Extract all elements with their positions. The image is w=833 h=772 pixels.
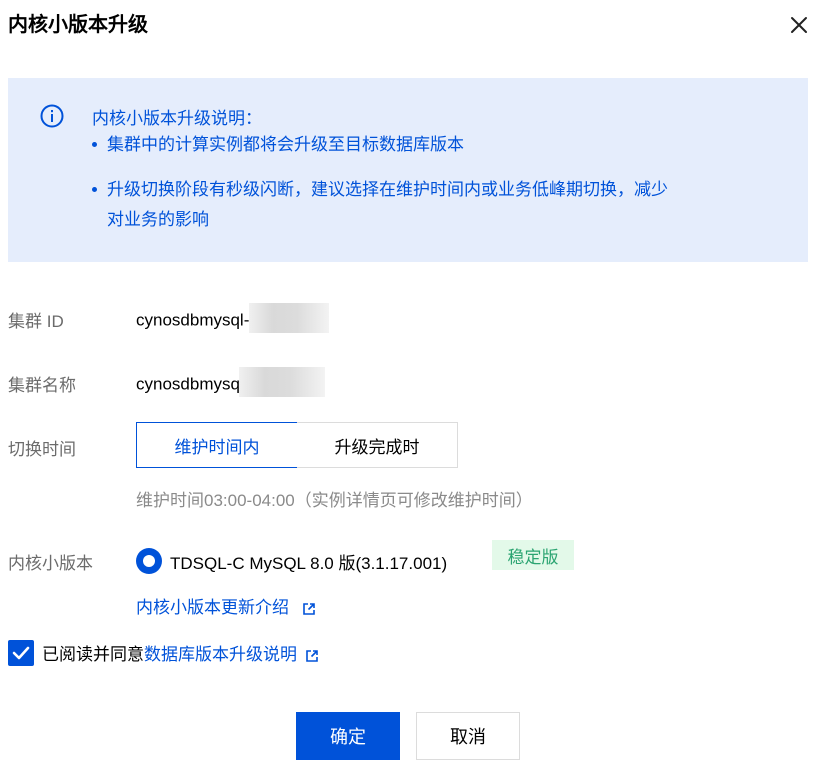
info-icon [40, 104, 64, 128]
cluster-name-value: cynosdbmysql- [136, 367, 326, 397]
upgrade-notice: 内核小版本升级说明： 集群中的计算实例都将会升级至目标数据库版本 升级切换阶段有… [8, 78, 808, 262]
switch-time-option-after-upgrade[interactable]: 升级完成时 [297, 422, 458, 468]
close-icon[interactable] [788, 14, 810, 36]
check-icon [12, 646, 30, 660]
agreement-text: 已阅读并同意 [42, 645, 144, 664]
stable-tag: 稳定版 [492, 540, 574, 570]
upgrade-doc-link[interactable]: 数据库版本升级说明 [144, 645, 319, 664]
notice-item: 升级切换阶段有秒级闪断，建议选择在维护时间内或业务低峰期切换，减少 对业务的影响 [92, 175, 772, 235]
dialog-title: 内核小版本升级 [8, 14, 148, 36]
confirm-button[interactable]: 确定 [296, 712, 400, 760]
kernel-update-link[interactable]: 内核小版本更新介绍 [136, 593, 316, 618]
cluster-id-label: 集群 ID [8, 312, 64, 331]
external-link-icon [305, 648, 319, 662]
switch-time-option-maintenance[interactable]: 维护时间内 [136, 422, 298, 468]
switch-time-label: 切换时间 [8, 440, 76, 459]
cluster-id-value: cynosdbmysql- [136, 303, 330, 333]
cancel-button[interactable]: 取消 [416, 712, 520, 760]
notice-title: 内核小版本升级说明： [92, 109, 262, 128]
kernel-version-label: 内核小版本 [8, 554, 93, 573]
kernel-version-radio[interactable] [136, 548, 162, 574]
notice-item: 集群中的计算实例都将会升级至目标数据库版本 [92, 130, 464, 160]
agreement: 已阅读并同意数据库版本升级说明 [42, 640, 319, 665]
agree-checkbox[interactable] [8, 640, 34, 666]
switch-time-hint: 维护时间03:00-04:00（实例详情页可修改维护时间） [136, 491, 533, 510]
external-link-icon [302, 601, 316, 615]
cluster-name-label: 集群名称 [8, 376, 76, 395]
kernel-version-option[interactable]: TDSQL-C MySQL 8.0 版(3.1.17.001) [170, 549, 447, 574]
